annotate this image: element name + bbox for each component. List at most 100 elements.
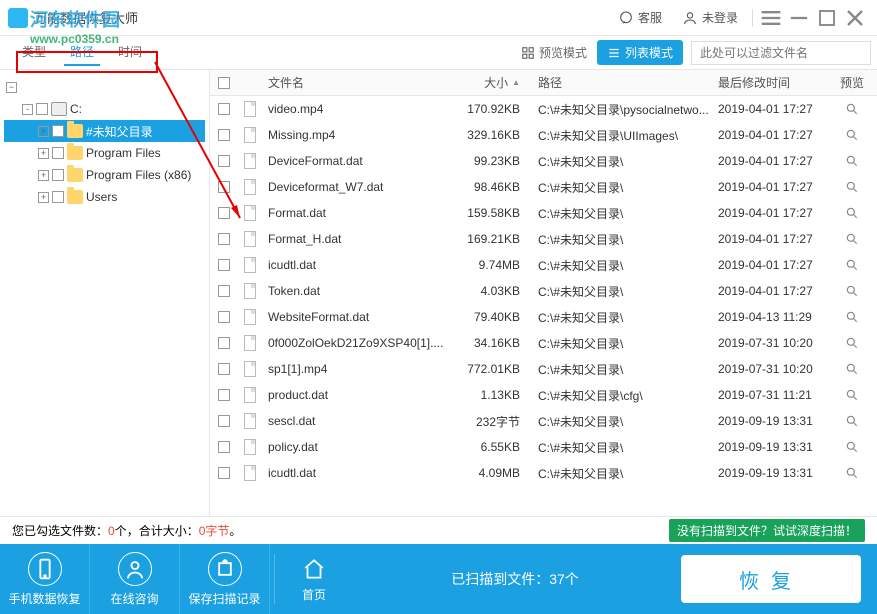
cell-preview[interactable] [832, 102, 872, 116]
table-row[interactable]: sescl.dat232字节C:\#未知父目录\2019-09-19 13:31 [210, 408, 877, 434]
cell-date: 2019-04-13 11:29 [712, 310, 832, 324]
table-row[interactable]: product.dat1.13KBC:\#未知父目录\cfg\2019-07-3… [210, 382, 877, 408]
cell-date: 2019-04-01 17:27 [712, 232, 832, 246]
expand-icon[interactable]: + [38, 170, 49, 181]
filter-input[interactable] [691, 41, 871, 65]
row-checkbox[interactable] [218, 441, 230, 453]
table-row[interactable]: video.mp4170.92KBC:\#未知父目录\pysocialnetwo… [210, 96, 877, 122]
col-date[interactable]: 最后修改时间 [712, 74, 832, 91]
row-checkbox[interactable] [218, 233, 230, 245]
cell-preview[interactable] [832, 466, 872, 480]
cell-size: 6.55KB [452, 440, 532, 454]
expand-icon[interactable]: - [22, 104, 33, 115]
table-row[interactable]: DeviceFormat.dat99.23KBC:\#未知父目录\2019-04… [210, 148, 877, 174]
tab-path[interactable]: 路径 [64, 39, 100, 66]
row-checkbox[interactable] [218, 129, 230, 141]
table-row[interactable]: icudtl.dat4.09MBC:\#未知父目录\2019-09-19 13:… [210, 460, 877, 486]
tree-checkbox[interactable] [52, 191, 64, 203]
recover-button[interactable]: 恢复 [681, 555, 861, 603]
login-button[interactable]: 未登录 [672, 5, 748, 30]
row-checkbox[interactable] [218, 467, 230, 479]
customer-service-button[interactable]: 客服 [608, 5, 672, 30]
row-checkbox[interactable] [218, 311, 230, 323]
row-checkbox[interactable] [218, 207, 230, 219]
cell-path: C:\#未知父目录\ [532, 361, 712, 378]
table-row[interactable]: Format_H.dat169.21KBC:\#未知父目录\2019-04-01… [210, 226, 877, 252]
row-checkbox[interactable] [218, 155, 230, 167]
cell-date: 2019-04-01 17:27 [712, 102, 832, 116]
deep-scan-button[interactable]: 没有扫描到文件？试试深度扫描！ [669, 519, 865, 542]
col-path[interactable]: 路径 [532, 74, 712, 91]
table-row[interactable]: sp1[1].mp4772.01KBC:\#未知父目录\2019-07-31 1… [210, 356, 877, 382]
list-mode-button[interactable]: 列表模式 [597, 40, 683, 65]
maximize-button[interactable] [813, 4, 841, 32]
table-row[interactable]: icudtl.dat9.74MBC:\#未知父目录\2019-04-01 17:… [210, 252, 877, 278]
online-consult-button[interactable]: 在线咨询 [90, 544, 180, 614]
table-row[interactable]: 0f000ZolOekD21Zo9XSP40[1]....34.16KBC:\#… [210, 330, 877, 356]
tree-item[interactable]: -C: [4, 98, 205, 120]
tree-checkbox[interactable] [36, 103, 48, 115]
cell-preview[interactable] [832, 388, 872, 402]
tree-checkbox[interactable] [52, 147, 64, 159]
row-checkbox[interactable] [218, 337, 230, 349]
main-area: − -C:+#未知父目录+Program Files+Program Files … [0, 70, 877, 516]
menu-button[interactable] [757, 4, 785, 32]
cell-preview[interactable] [832, 180, 872, 194]
phone-recovery-button[interactable]: 手机数据恢复 [0, 544, 90, 614]
row-checkbox[interactable] [218, 103, 230, 115]
cell-preview[interactable] [832, 440, 872, 454]
expand-icon[interactable]: − [6, 82, 17, 93]
row-checkbox[interactable] [218, 259, 230, 271]
minimize-button[interactable] [785, 4, 813, 32]
cell-size: 34.16KB [452, 336, 532, 350]
scan-status: 已扫描到文件：37个 [349, 569, 681, 589]
magnifier-icon [845, 128, 859, 142]
cell-path: C:\#未知父目录\UIImages\ [532, 127, 712, 144]
online-consult-label: 在线咨询 [110, 590, 158, 607]
cell-preview[interactable] [832, 258, 872, 272]
table-row[interactable]: Deviceformat_W7.dat98.46KBC:\#未知父目录\2019… [210, 174, 877, 200]
row-checkbox[interactable] [218, 363, 230, 375]
tree-checkbox[interactable] [52, 169, 64, 181]
row-checkbox[interactable] [218, 181, 230, 193]
table-row[interactable]: Format.dat159.58KBC:\#未知父目录\2019-04-01 1… [210, 200, 877, 226]
home-button[interactable]: 首页 [279, 556, 349, 603]
footer-bar: 手机数据恢复 在线咨询 保存扫描记录 首页 已扫描到文件：37个 恢复 [0, 544, 877, 614]
col-size[interactable]: 大小▲ [452, 74, 532, 91]
cell-preview[interactable] [832, 154, 872, 168]
tab-type[interactable]: 类型 [16, 39, 52, 66]
save-scan-button[interactable]: 保存扫描记录 [180, 544, 270, 614]
table-row[interactable]: policy.dat6.55KBC:\#未知父目录\2019-09-19 13:… [210, 434, 877, 460]
tree-item[interactable]: +Users [4, 186, 205, 208]
cell-name: Missing.mp4 [262, 128, 452, 142]
expand-icon[interactable]: + [38, 126, 49, 137]
tree-item[interactable]: +Program Files (x86) [4, 164, 205, 186]
cell-name: Format.dat [262, 206, 452, 220]
col-name[interactable]: 文件名 [262, 74, 452, 91]
cell-preview[interactable] [832, 128, 872, 142]
expand-icon[interactable]: + [38, 192, 49, 203]
expand-icon[interactable]: + [38, 148, 49, 159]
tree-checkbox[interactable] [52, 125, 64, 137]
cell-preview[interactable] [832, 310, 872, 324]
col-check[interactable] [210, 77, 238, 89]
row-checkbox[interactable] [218, 415, 230, 427]
table-row[interactable]: Token.dat4.03KBC:\#未知父目录\2019-04-01 17:2… [210, 278, 877, 304]
cell-preview[interactable] [832, 232, 872, 246]
table-row[interactable]: Missing.mp4329.16KBC:\#未知父目录\UIImages\20… [210, 122, 877, 148]
close-button[interactable] [841, 4, 869, 32]
tab-time[interactable]: 时间 [112, 39, 148, 66]
table-row[interactable]: WebsiteFormat.dat79.40KBC:\#未知父目录\2019-0… [210, 304, 877, 330]
row-checkbox[interactable] [218, 285, 230, 297]
cell-preview[interactable] [832, 414, 872, 428]
tree-item[interactable]: +#未知父目录 [4, 120, 205, 142]
cell-preview[interactable] [832, 206, 872, 220]
cell-preview[interactable] [832, 362, 872, 376]
tree-item[interactable]: +Program Files [4, 142, 205, 164]
preview-mode-button[interactable]: 预览模式 [511, 40, 597, 65]
tree-root[interactable]: − [4, 76, 205, 98]
magnifier-icon [845, 388, 859, 402]
cell-preview[interactable] [832, 284, 872, 298]
cell-preview[interactable] [832, 336, 872, 350]
row-checkbox[interactable] [218, 389, 230, 401]
